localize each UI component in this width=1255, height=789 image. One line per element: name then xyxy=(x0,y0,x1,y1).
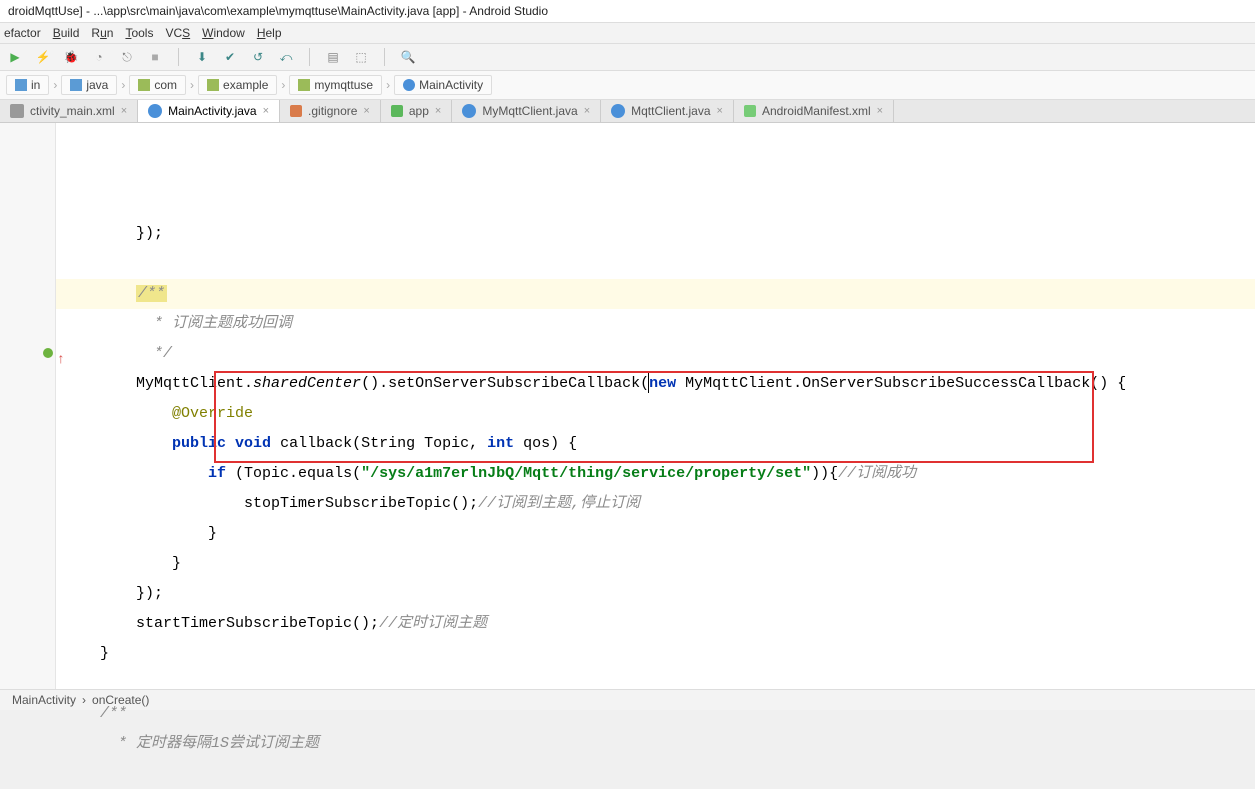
tab-activity-main[interactable]: ctivity_main.xml× xyxy=(0,100,138,122)
status-bar: MainActivity › onCreate() xyxy=(0,689,1255,710)
tab-androidmanifest[interactable]: AndroidManifest.xml× xyxy=(734,100,894,122)
avd-icon[interactable]: ▤ xyxy=(324,48,342,66)
tab-mymqttclient[interactable]: MyMqttClient.java× xyxy=(452,100,601,122)
menu-build[interactable]: Build xyxy=(53,26,80,40)
apply-changes-icon[interactable]: ⚡ xyxy=(34,48,52,66)
search-icon[interactable]: 🔍 xyxy=(399,48,417,66)
crumb-in[interactable]: in xyxy=(6,75,49,95)
crumb-mymqttuse[interactable]: mymqttuse xyxy=(289,75,382,95)
close-icon[interactable]: × xyxy=(121,105,127,117)
vcs-update-icon[interactable]: ⬇ xyxy=(193,48,211,66)
crumb-example[interactable]: example xyxy=(198,75,277,95)
crumb-com[interactable]: com xyxy=(129,75,186,95)
vcs-commit-icon[interactable]: ✔ xyxy=(221,48,239,66)
menu-vcs[interactable]: VCS xyxy=(165,26,190,40)
menu-window[interactable]: Window xyxy=(202,26,245,40)
tab-gitignore[interactable]: .gitignore× xyxy=(280,100,381,122)
tab-mqttclient[interactable]: MqttClient.java× xyxy=(601,100,734,122)
close-icon[interactable]: × xyxy=(363,105,369,117)
close-icon[interactable]: × xyxy=(584,105,590,117)
menu-run[interactable]: Run xyxy=(91,26,113,40)
crumb-java[interactable]: java xyxy=(61,75,117,95)
toolbar: ▶ ⚡ 🐞 ◔ ⎋ ■ ⬇ ✔ ↺ ⤺ ▤ ⬚ 🔍 xyxy=(0,44,1255,71)
breadcrumb: in› java› com› example› mymqttuse› MainA… xyxy=(0,71,1255,100)
menu-tools[interactable]: Tools xyxy=(125,26,153,40)
debug-icon[interactable]: 🐞 xyxy=(62,48,80,66)
vcs-revert-icon[interactable]: ⤺ xyxy=(277,48,295,66)
close-icon[interactable]: × xyxy=(717,105,723,117)
tab-mainactivity[interactable]: MainActivity.java× xyxy=(138,100,280,122)
run-icon[interactable]: ▶ xyxy=(6,48,24,66)
menu-bar: efactor Build Run Tools VCS Window Help xyxy=(0,23,1255,44)
editor[interactable]: ↑ }); /** * 订阅主题成功回调 */ MyMqttClient.sha… xyxy=(0,123,1255,689)
close-icon[interactable]: × xyxy=(263,105,269,117)
attach-icon[interactable]: ⎋ xyxy=(118,48,136,66)
code-area[interactable]: }); /** * 订阅主题成功回调 */ MyMqttClient.share… xyxy=(56,123,1255,689)
crumb-mainactivity[interactable]: MainActivity xyxy=(394,75,492,95)
profile-icon[interactable]: ◔ xyxy=(90,48,108,66)
menu-refactor[interactable]: efactor xyxy=(4,26,41,40)
editor-tabs: ctivity_main.xml× MainActivity.java× .gi… xyxy=(0,100,1255,123)
tab-app[interactable]: app× xyxy=(381,100,452,122)
menu-help[interactable]: Help xyxy=(257,26,282,40)
breakpoint-icon[interactable] xyxy=(43,348,53,358)
close-icon[interactable]: × xyxy=(435,105,441,117)
window-title: droidMqttUse] - ...\app\src\main\java\co… xyxy=(0,0,1255,23)
gutter: ↑ xyxy=(0,123,56,689)
stop-icon[interactable]: ■ xyxy=(146,48,164,66)
vcs-history-icon[interactable]: ↺ xyxy=(249,48,267,66)
sdk-icon[interactable]: ⬚ xyxy=(352,48,370,66)
close-icon[interactable]: × xyxy=(877,105,883,117)
